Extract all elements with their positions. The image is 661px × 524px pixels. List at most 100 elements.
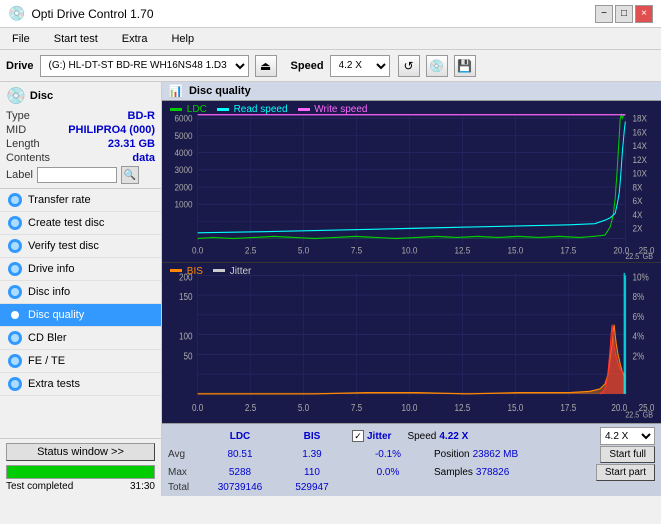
svg-text:5.0: 5.0 bbox=[298, 402, 309, 413]
nav-items: Transfer rate Create test disc Verify test… bbox=[0, 189, 161, 396]
max-ldc: 5288 bbox=[204, 467, 276, 478]
jitter-legend: Jitter bbox=[213, 266, 251, 277]
minimize-button[interactable]: − bbox=[595, 5, 613, 23]
top-legend: LDC Read speed Write speed bbox=[170, 104, 367, 115]
mid-label: MID bbox=[6, 124, 26, 136]
svg-text:5000: 5000 bbox=[174, 130, 192, 141]
contents-label: Contents bbox=[6, 152, 50, 164]
close-button[interactable]: × bbox=[635, 5, 653, 23]
nav-icon bbox=[8, 216, 22, 230]
label-field-label: Label bbox=[6, 169, 33, 181]
svg-text:10.0: 10.0 bbox=[402, 245, 418, 256]
avg-jitter: -0.1% bbox=[352, 449, 424, 460]
avg-label: Avg bbox=[168, 449, 204, 460]
svg-text:150: 150 bbox=[179, 291, 193, 302]
nav-item-drive-info[interactable]: Drive info bbox=[0, 258, 161, 281]
total-ldc: 30739146 bbox=[204, 482, 276, 493]
maximize-button[interactable]: □ bbox=[615, 5, 633, 23]
save-button[interactable]: 💾 bbox=[454, 55, 476, 77]
status-text: Test completed bbox=[6, 481, 73, 492]
stats-col-jitter: Jitter bbox=[367, 431, 391, 442]
svg-text:6%: 6% bbox=[632, 311, 644, 322]
speed-label: Speed bbox=[291, 60, 324, 72]
svg-text:10X: 10X bbox=[632, 168, 647, 179]
window-controls: − □ × bbox=[595, 5, 653, 23]
samples-value: 378826 bbox=[476, 467, 509, 478]
menu-start-test[interactable]: Start test bbox=[50, 32, 102, 46]
chart-icon: 📊 bbox=[168, 84, 183, 98]
nav-item-disc-quality[interactable]: Disc quality bbox=[0, 304, 161, 327]
nav-item-extra-tests[interactable]: Extra tests bbox=[0, 373, 161, 396]
stats-col-bis: BIS bbox=[276, 431, 348, 442]
svg-text:5.0: 5.0 bbox=[298, 245, 309, 256]
nav-item-create-test-disc[interactable]: Create test disc bbox=[0, 212, 161, 235]
progress-bar-fill bbox=[7, 466, 154, 478]
label-input[interactable] bbox=[37, 167, 117, 183]
svg-text:0.0: 0.0 bbox=[192, 245, 203, 256]
position-value: 23862 MB bbox=[473, 449, 519, 460]
svg-text:2000: 2000 bbox=[174, 182, 192, 193]
svg-text:4000: 4000 bbox=[174, 148, 192, 159]
svg-text:4%: 4% bbox=[632, 330, 644, 341]
left-panel: 💿 Disc Type BD-R MID PHILIPRO4 (000) Len… bbox=[0, 82, 162, 496]
avg-bis: 1.39 bbox=[276, 449, 348, 460]
ldc-legend: LDC bbox=[170, 104, 207, 115]
nav-icon bbox=[8, 377, 22, 391]
svg-text:22.5: 22.5 bbox=[625, 409, 639, 419]
length-value: 23.31 GB bbox=[108, 138, 155, 150]
nav-item-verify-test-disc[interactable]: Verify test disc bbox=[0, 235, 161, 258]
menu-help[interactable]: Help bbox=[167, 32, 198, 46]
menu-extra[interactable]: Extra bbox=[118, 32, 152, 46]
progress-bar bbox=[6, 465, 155, 479]
avg-ldc: 80.51 bbox=[204, 449, 276, 460]
total-label: Total bbox=[168, 482, 204, 493]
svg-text:12.5: 12.5 bbox=[455, 245, 471, 256]
svg-text:1000: 1000 bbox=[174, 199, 192, 210]
status-time: 31:30 bbox=[130, 481, 155, 492]
svg-text:15.0: 15.0 bbox=[507, 245, 523, 256]
main-content: 💿 Disc Type BD-R MID PHILIPRO4 (000) Len… bbox=[0, 82, 661, 496]
jitter-checkbox[interactable]: ✓ bbox=[352, 430, 364, 442]
stats-table: LDC BIS ✓ Jitter Speed 4.22 X 4.2 X bbox=[162, 423, 661, 496]
max-label: Max bbox=[168, 467, 204, 478]
status-area: Status window >> Test completed 31:30 bbox=[0, 438, 161, 496]
nav-icon bbox=[8, 331, 22, 345]
svg-text:12.5: 12.5 bbox=[454, 402, 470, 413]
nav-item-transfer-rate[interactable]: Transfer rate bbox=[0, 189, 161, 212]
nav-item-label: Drive info bbox=[28, 263, 74, 275]
disc-icon: 💿 bbox=[6, 86, 26, 106]
svg-text:12X: 12X bbox=[632, 154, 647, 165]
nav-item-cd-bler[interactable]: CD Bler bbox=[0, 327, 161, 350]
svg-text:4X: 4X bbox=[632, 209, 642, 220]
position-label: Position bbox=[434, 449, 470, 460]
label-search-button[interactable]: 🔍 bbox=[121, 166, 139, 184]
menu-file[interactable]: File bbox=[8, 32, 34, 46]
refresh-button[interactable]: ↺ bbox=[398, 55, 420, 77]
speed-stat-label: Speed bbox=[407, 431, 436, 442]
nav-icon bbox=[8, 239, 22, 253]
svg-text:2.5: 2.5 bbox=[245, 245, 256, 256]
disc-section: 💿 Disc Type BD-R MID PHILIPRO4 (000) Len… bbox=[0, 82, 161, 189]
start-full-button[interactable]: Start full bbox=[600, 446, 655, 463]
drive-select[interactable]: (G:) HL-DT-ST BD-RE WH16NS48 1.D3 bbox=[40, 55, 249, 77]
svg-text:10.0: 10.0 bbox=[402, 402, 418, 413]
svg-text:0.0: 0.0 bbox=[192, 402, 203, 413]
svg-text:GB: GB bbox=[643, 409, 653, 419]
length-label: Length bbox=[6, 138, 40, 150]
svg-text:22.5: 22.5 bbox=[625, 252, 639, 262]
nav-icon bbox=[8, 354, 22, 368]
samples-label: Samples bbox=[434, 467, 473, 478]
nav-item-label: Verify test disc bbox=[28, 240, 99, 252]
speed-dropdown[interactable]: 4.2 X bbox=[600, 427, 655, 445]
drive-label: Drive bbox=[6, 60, 34, 72]
start-part-button[interactable]: Start part bbox=[596, 464, 655, 481]
chart-title: Disc quality bbox=[189, 85, 251, 97]
nav-item-label: Transfer rate bbox=[28, 194, 91, 206]
mid-value: PHILIPRO4 (000) bbox=[68, 124, 155, 136]
disc-button[interactable]: 💿 bbox=[426, 55, 448, 77]
eject-button[interactable]: ⏏ bbox=[255, 55, 277, 77]
speed-select[interactable]: 4.2 X bbox=[330, 55, 390, 77]
status-window-button[interactable]: Status window >> bbox=[6, 443, 155, 461]
nav-item-fe---te[interactable]: FE / TE bbox=[0, 350, 161, 373]
nav-item-disc-info[interactable]: Disc info bbox=[0, 281, 161, 304]
